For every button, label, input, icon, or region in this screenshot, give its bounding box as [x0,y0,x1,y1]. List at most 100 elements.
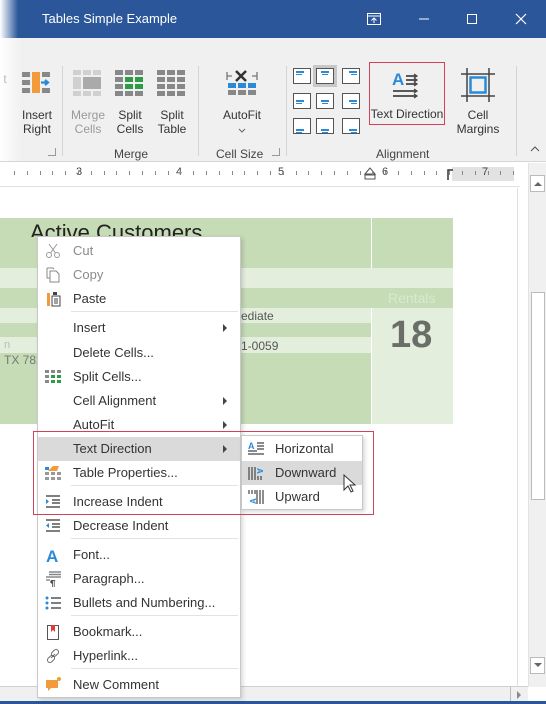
merge-cells-icon [73,70,101,96]
split-table-icon [157,70,185,96]
submenu-arrow-icon [223,421,227,429]
autofit-icon [226,70,258,95]
chevron-down-icon [238,128,246,133]
ruler-tick [65,171,67,175]
align-top-right-icon [342,68,360,84]
merge-cells-label: Merge Cells [70,108,105,136]
scroll-thumb[interactable] [531,292,545,500]
vertical-scrollbar[interactable] [528,163,546,687]
highlight-annotation-box [33,431,374,515]
indent-marker-icon[interactable] [364,167,376,181]
ruler-tick [116,171,118,175]
arrow-up-icon [533,182,542,186]
decrease-indent-icon [45,518,61,534]
minimize-icon [419,18,429,20]
align-middle-right-button[interactable] [339,90,363,112]
scroll-down-button[interactable] [530,657,545,674]
horizontal-ruler[interactable]: 3 4 5 6 7 [0,163,520,187]
ruler-tick [244,171,246,175]
rentals-value: 18 [390,314,433,356]
ribbon-display-options-button[interactable] [362,7,386,31]
align-bottom-left-button[interactable] [290,115,314,137]
insert-left-button-partial[interactable]: t [0,72,10,86]
table-cell-text: ediate [241,309,274,323]
menu-item-label: Font... [73,547,110,562]
menu-item-label: Split Cells... [73,369,142,384]
ruler-tick [334,171,335,175]
align-middle-left-button[interactable] [290,90,314,112]
text-direction-button[interactable]: A Text Direction [369,62,445,125]
scissors-icon [45,243,61,259]
scroll-up-button[interactable] [530,175,545,192]
menu-item-paste[interactable]: Paste [38,287,240,311]
ruler-tick [513,171,515,175]
align-bottom-left-icon [293,118,311,134]
insert-right-icon [22,72,50,93]
scroll-right-button[interactable] [510,687,527,702]
align-bottom-center-button[interactable] [313,115,337,137]
menu-item-bullets-and-numbering[interactable]: Bullets and Numbering... [38,591,240,615]
ribbon-separator [198,66,199,156]
ruler-tick [282,171,284,175]
menu-item-cell-alignment[interactable]: Cell Alignment [38,389,240,413]
split-cells-icon [115,70,143,96]
menu-item-bookmark[interactable]: Bookmark... [38,620,240,644]
title-bar: Tables Simple Example [0,0,546,38]
table-cell-text: 1-0059 [241,339,279,353]
ruler-tick [295,171,297,175]
font-icon: A [45,547,61,566]
menu-item-paragraph[interactable]: ¶ Paragraph... [38,567,240,591]
table-cell-text: n [4,339,11,351]
ruler-tick [231,171,233,175]
menu-item-new-comment[interactable]: New Comment [38,673,240,697]
menu-item-label: Hyperlink... [73,648,139,663]
maximize-button[interactable] [460,7,484,31]
text-direction-label: Text Direction [370,107,444,121]
menu-item-cut[interactable]: Cut [38,239,240,263]
cell-size-launcher[interactable] [272,148,280,156]
ruler-label: 3 [76,166,83,178]
ruler-tick [26,171,28,175]
ribbon-separator [286,66,287,156]
rows-columns-launcher[interactable] [48,148,56,156]
menu-item-hyperlink[interactable]: Hyperlink... [38,644,240,668]
menu-item-insert[interactable]: Insert [38,316,240,340]
merge-cells-button[interactable]: Merge Cells [66,70,110,136]
cell-margins-icon [461,68,495,102]
align-top-right-button[interactable] [339,65,363,87]
menu-item-decrease-indent[interactable]: Decrease Indent [38,514,240,538]
align-bottom-right-icon [342,118,360,134]
ribbon-separator [516,66,517,156]
ruler-tick [436,171,438,175]
split-table-button[interactable]: Split Table [152,70,192,136]
menu-separator [71,668,238,669]
align-middle-center-button[interactable] [313,90,337,112]
insert-right-button[interactable]: Insert Right [18,72,56,136]
menu-item-split-cells[interactable]: Split Cells... [38,365,240,389]
ruler-tick [308,171,310,175]
ruler-tick [14,171,15,175]
minimize-button[interactable] [412,7,436,31]
copy-icon [45,267,61,283]
svg-text:¶: ¶ [50,579,56,587]
menu-item-delete-cells[interactable]: Delete Cells... [38,341,240,365]
ruler-tick [142,171,143,175]
ruler-tick [167,171,169,175]
collapse-ribbon-icon[interactable] [530,146,540,152]
split-cells-button[interactable]: Split Cells [110,70,150,136]
cell-margins-button[interactable]: Cell Margins [446,68,510,136]
align-bottom-center-icon [316,118,334,134]
align-top-center-button[interactable] [313,65,337,87]
align-bottom-right-button[interactable] [339,115,363,137]
split-cells-icon [45,369,61,385]
align-top-left-button[interactable] [290,65,314,87]
autofit-button[interactable]: AutoFit [214,70,270,136]
bullets-icon [45,595,61,611]
close-button[interactable] [509,7,533,31]
title-bar-fade [0,0,18,38]
menu-item-label: New Comment [73,677,159,692]
ruler-tick [193,171,195,175]
menu-item-font[interactable]: A Font... [38,543,240,567]
table-cell[interactable] [372,218,453,268]
menu-item-copy[interactable]: Copy [38,263,240,287]
